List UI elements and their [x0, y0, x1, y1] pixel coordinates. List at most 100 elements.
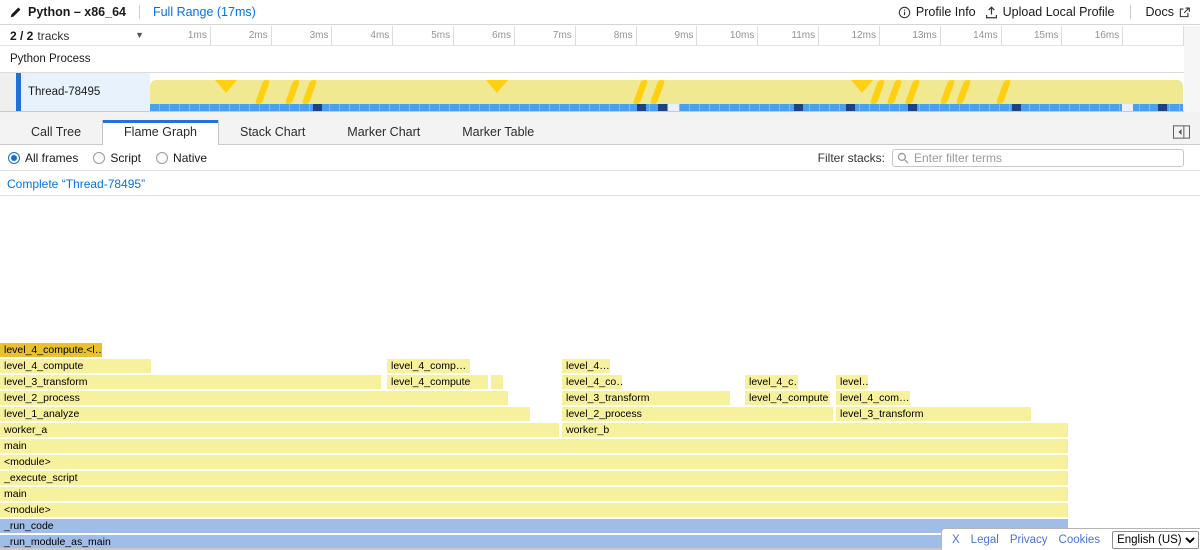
- footer-links: X Legal Privacy Cookies: [952, 534, 1100, 546]
- profile-title: Python – x86_64: [28, 5, 126, 19]
- process-track[interactable]: Python Process: [0, 46, 1184, 73]
- cpu-busy-segment: [908, 104, 917, 111]
- tracks-count-dropdown[interactable]: 2 / 2 tracks ▼: [0, 26, 150, 45]
- tab-stack-chart[interactable]: Stack Chart: [219, 120, 326, 144]
- app-header: Python – x86_64 Full Range (17ms) Profil…: [0, 0, 1200, 25]
- flame-frame-level-4-compute-l[interactable]: level_4_compute.<l…: [0, 343, 102, 357]
- cpu-idle-segment: [1122, 104, 1133, 111]
- flame-frame-level-4-co[interactable]: level_4_co…: [562, 375, 622, 389]
- flame-frame-worker-b[interactable]: worker_b: [562, 423, 1068, 437]
- flame-frame-module[interactable]: <module>: [0, 455, 1068, 469]
- flame-frame-level-3-transform[interactable]: level_3_transform: [562, 391, 730, 405]
- marker-triangle-icon: [486, 80, 508, 93]
- profile-info-button[interactable]: Profile Info: [898, 5, 976, 19]
- flame-frame-level-4-compute[interactable]: level_4_compute: [387, 375, 488, 389]
- ruler-tick: 9ms: [637, 26, 698, 45]
- ruler-tick: 3ms: [272, 26, 333, 45]
- radio-label: Native: [173, 151, 207, 165]
- flame-frame-level-2-process[interactable]: level_2_process: [562, 407, 833, 421]
- upload-profile-button[interactable]: Upload Local Profile: [985, 5, 1115, 19]
- breadcrumb[interactable]: Complete “Thread-78495”: [7, 177, 145, 191]
- external-link-icon: [1179, 7, 1190, 18]
- tab-call-tree[interactable]: Call Tree: [10, 120, 102, 144]
- tab-marker-chart[interactable]: Marker Chart: [326, 120, 441, 144]
- flame-frame-level-4-compute[interactable]: level_4_compute: [745, 391, 830, 405]
- search-icon: [897, 152, 909, 164]
- thread-track[interactable]: Thread-78495: [0, 73, 1184, 112]
- ruler-tick: 6ms: [454, 26, 515, 45]
- header-divider: [139, 5, 140, 19]
- flame-frame-execute-script[interactable]: _execute_script: [0, 471, 1068, 485]
- ruler-tick: 14ms: [941, 26, 1002, 45]
- flame-frame-worker-a[interactable]: worker_a: [0, 423, 559, 437]
- flame-frame-level-3-transform[interactable]: level_3_transform: [836, 407, 1031, 421]
- ruler-tick: 2ms: [211, 26, 272, 45]
- tracks-right-gutter: [1184, 26, 1200, 112]
- cpu-busy-segment: [658, 104, 667, 111]
- flame-frame-unnamed[interactable]: [491, 375, 503, 389]
- tracks-count: 2 / 2: [10, 29, 33, 43]
- filter-stacks-input[interactable]: [892, 149, 1184, 167]
- flame-frame-main[interactable]: main: [0, 487, 1068, 501]
- radio-button-icon: [156, 152, 168, 164]
- footer-link-x[interactable]: X: [952, 534, 960, 546]
- radio-native[interactable]: Native: [156, 151, 207, 165]
- thread-activity-graph[interactable]: [150, 73, 1184, 111]
- full-range-link[interactable]: Full Range (17ms): [153, 5, 256, 19]
- radio-button-icon: [8, 152, 20, 164]
- panel-tab-bar: Call TreeFlame GraphStack ChartMarker Ch…: [0, 120, 1200, 145]
- thread-track-gutter: [0, 73, 16, 111]
- radio-button-icon: [93, 152, 105, 164]
- timeline-header: 2 / 2 tracks ▼ 1ms2ms3ms4ms5ms6ms7ms8ms9…: [0, 26, 1184, 46]
- legal-footer: X Legal Privacy Cookies English (US): [941, 528, 1200, 550]
- flame-frame-level-4-com[interactable]: level_4_com…: [836, 391, 910, 405]
- frame-filter-radios: All frames Script Native: [8, 151, 207, 165]
- cpu-busy-segment: [794, 104, 803, 111]
- ruler-tick: 13ms: [880, 26, 941, 45]
- flame-graph[interactable]: level_4_compute.<l… level_4_compute level_…: [0, 196, 1200, 550]
- footer-link-legal[interactable]: Legal: [971, 534, 999, 546]
- flame-frame-main[interactable]: main: [0, 439, 1068, 453]
- footer-link-privacy[interactable]: Privacy: [1010, 534, 1048, 546]
- chevron-down-icon: ▼: [135, 30, 144, 40]
- flame-frame-level-1-analyze[interactable]: level_1_analyze: [0, 407, 530, 421]
- radio-all-frames[interactable]: All frames: [8, 151, 78, 165]
- cpu-busy-segment: [637, 104, 646, 111]
- flame-frame-run-code[interactable]: _run_code: [0, 519, 1068, 533]
- cpu-busy-segment: [846, 104, 855, 111]
- cpu-busy-segment: [313, 104, 322, 111]
- flame-frame-run-module-as-main[interactable]: _run_module_as_main: [0, 535, 1068, 549]
- sidebar-toggle-icon[interactable]: [1173, 125, 1190, 144]
- edit-pencil-icon[interactable]: [10, 7, 21, 18]
- tab-flame-graph[interactable]: Flame Graph: [102, 120, 219, 145]
- flame-frame-level-4-comp[interactable]: level_4_comp…: [387, 359, 470, 373]
- language-select[interactable]: English (US): [1112, 531, 1199, 549]
- process-track-label: Python Process: [0, 53, 91, 65]
- ruler-tick: 4ms: [332, 26, 393, 45]
- marker-triangle-icon: [215, 80, 237, 93]
- filter-stacks-label: Filter stacks:: [818, 151, 885, 165]
- flame-frame-level-4-c[interactable]: level_4_c…: [745, 375, 798, 389]
- flame-frame-level[interactable]: level…: [836, 375, 868, 389]
- flame-frame-level-4-compute[interactable]: level_4_compute: [0, 359, 151, 373]
- tab-marker-table[interactable]: Marker Table: [441, 120, 555, 144]
- footer-link-cookies[interactable]: Cookies: [1059, 534, 1101, 546]
- upload-icon: [985, 6, 998, 19]
- ruler-tick: 12ms: [819, 26, 880, 45]
- cpu-busy-segment: [1158, 104, 1167, 111]
- flame-frame-module[interactable]: <module>: [0, 503, 1068, 517]
- radio-label: All frames: [25, 151, 78, 165]
- ruler-tick: 8ms: [576, 26, 637, 45]
- info-icon: [898, 6, 911, 19]
- flame-frame-level-2-process[interactable]: level_2_process: [0, 391, 508, 405]
- radio-label: Script: [110, 151, 141, 165]
- timeline-ruler[interactable]: 1ms2ms3ms4ms5ms6ms7ms8ms9ms10ms11ms12ms1…: [150, 26, 1184, 45]
- thread-track-label[interactable]: Thread-78495: [21, 73, 150, 111]
- cpu-idle-segment: [668, 104, 679, 111]
- radio-script[interactable]: Script: [93, 151, 141, 165]
- flame-frame-level-3-transform[interactable]: level_3_transform: [0, 375, 381, 389]
- docs-link[interactable]: Docs: [1146, 5, 1190, 19]
- section-gap: [0, 112, 1200, 120]
- flame-frame-level-4[interactable]: level_4…: [562, 359, 610, 373]
- ruler-tick: 15ms: [1002, 26, 1063, 45]
